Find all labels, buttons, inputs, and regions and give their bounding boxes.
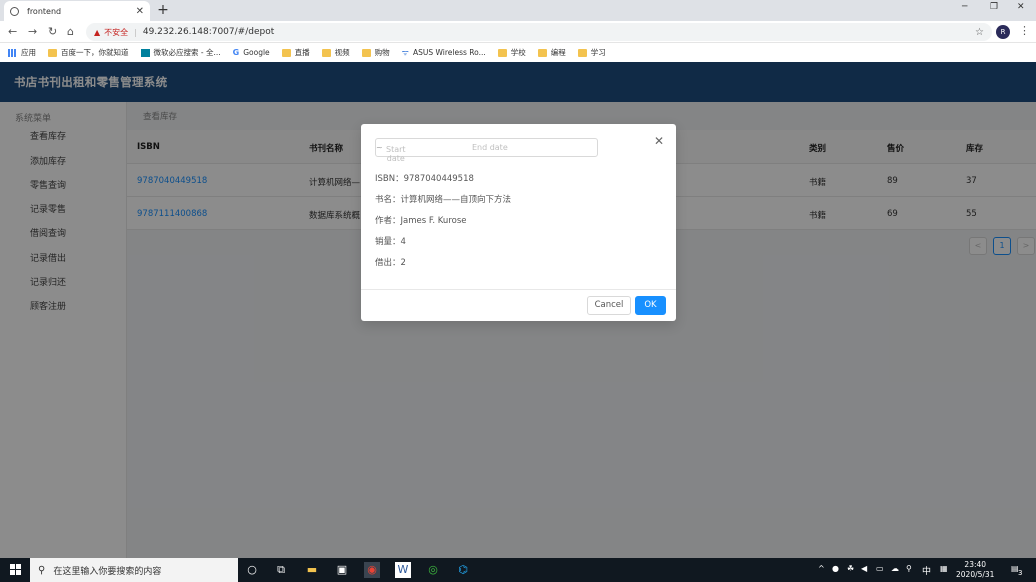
divider: | bbox=[134, 27, 137, 37]
network-icon[interactable]: ⚲ bbox=[906, 564, 912, 573]
search-icon: ⚲ bbox=[38, 564, 46, 576]
globe-icon bbox=[10, 6, 19, 16]
start-date-input[interactable]: Start date bbox=[386, 145, 406, 163]
bookmark-asus[interactable]: ᯤ ASUS Wireless Ro... bbox=[402, 47, 486, 58]
minimize-icon[interactable]: ─ bbox=[962, 2, 967, 12]
bookmark-label: 视频 bbox=[334, 48, 350, 57]
bookmark-label: Google bbox=[243, 48, 270, 57]
taskbar-search[interactable]: ⚲ 在这里输入你要搜索的内容 bbox=[30, 558, 238, 582]
bookmark-shopping[interactable]: 购物 bbox=[361, 47, 390, 58]
tab-close-icon[interactable]: ✕ bbox=[136, 6, 144, 17]
browser-menu-icon[interactable]: ⋮ bbox=[1019, 24, 1030, 37]
info-lent: 借出：2 bbox=[375, 258, 406, 268]
bookmark-label: 微软必应搜索 - 全... bbox=[153, 48, 221, 57]
ime-indicator[interactable]: 中 bbox=[922, 564, 931, 577]
folder-icon bbox=[577, 48, 587, 57]
folder-icon bbox=[48, 48, 57, 57]
restore-icon[interactable]: ❐ bbox=[990, 2, 998, 12]
browser-tab[interactable]: frontend ✕ bbox=[4, 1, 150, 21]
taskbar-clock[interactable]: 23:40 2020/5/31 bbox=[956, 560, 994, 580]
back-icon[interactable]: ← bbox=[8, 25, 17, 38]
windows-taskbar: ⚲ 在这里输入你要搜索的内容 ○ ⧉ ▬ ▣ ◉ W ◎ ⌬ ^ ● ☘ ◀ ▭… bbox=[0, 558, 1036, 582]
info-book-name: 书名：计算机网络——自顶向下方法 bbox=[375, 195, 512, 205]
folder-icon bbox=[497, 48, 507, 57]
bookmark-label: 学习 bbox=[590, 48, 606, 57]
bookmark-live[interactable]: 直播 bbox=[281, 47, 310, 58]
notification-count: 3 bbox=[1018, 569, 1023, 577]
ok-button[interactable]: OK bbox=[635, 296, 666, 315]
reload-icon[interactable]: ↻ bbox=[48, 25, 57, 38]
url-text[interactable]: 49.232.26.148:7007/#/depot bbox=[143, 27, 274, 37]
bookmark-programming[interactable]: 编程 bbox=[537, 47, 566, 58]
keyboard-icon[interactable]: ▦ bbox=[940, 564, 948, 573]
tray-app-icon[interactable]: ● bbox=[832, 564, 839, 573]
end-date-input[interactable]: End date bbox=[383, 143, 597, 152]
vscode-icon[interactable]: ⌬ bbox=[455, 562, 471, 578]
bookmark-label: 购物 bbox=[374, 48, 390, 57]
window-close-icon[interactable]: ✕ bbox=[1017, 2, 1025, 12]
modal-close-icon[interactable]: ✕ bbox=[654, 134, 664, 148]
bookmark-bing[interactable]: 微软必应搜索 - 全... bbox=[140, 47, 221, 58]
bookmarks-bar: 应用 百度一下，你就知道 微软必应搜索 - 全... G Google 直播 视频… bbox=[0, 43, 1036, 62]
bookmark-label: 编程 bbox=[550, 48, 566, 57]
home-icon[interactable]: ⌂ bbox=[67, 25, 74, 38]
apps-grid-icon bbox=[8, 48, 17, 57]
tray-device-icon[interactable]: ▭ bbox=[876, 564, 884, 573]
info-isbn: ISBN：9787040449518 bbox=[375, 174, 474, 184]
tray-chevron-icon[interactable]: ^ bbox=[818, 564, 825, 573]
store-icon[interactable]: ▣ bbox=[334, 562, 350, 578]
bookmark-label: 直播 bbox=[294, 48, 310, 57]
bookmark-apps[interactable]: 应用 bbox=[8, 47, 36, 58]
range-separator: ~ bbox=[376, 143, 383, 152]
folder-icon bbox=[321, 48, 331, 57]
volume-icon[interactable]: ◀ bbox=[861, 564, 867, 573]
bookmark-label: 百度一下，你就知道 bbox=[61, 48, 129, 57]
forward-icon[interactable]: → bbox=[28, 25, 37, 38]
browser-tab-strip: frontend ✕ + ─ ❐ ✕ bbox=[0, 0, 1036, 21]
windows-start-icon[interactable] bbox=[10, 564, 21, 575]
bookmark-google[interactable]: G Google bbox=[233, 48, 270, 57]
bookmark-baidu[interactable]: 百度一下，你就知道 bbox=[48, 47, 129, 58]
folder-icon bbox=[281, 48, 291, 57]
date-range-picker[interactable]: Start date ~ End date bbox=[375, 138, 598, 163]
bookmark-label: ASUS Wireless Ro... bbox=[412, 48, 486, 57]
bookmark-video[interactable]: 视频 bbox=[321, 47, 350, 58]
bookmark-study[interactable]: 学习 bbox=[577, 47, 606, 58]
folder-icon bbox=[537, 48, 547, 57]
info-author: 作者：James F. Kurose bbox=[375, 216, 467, 226]
bing-icon bbox=[140, 48, 150, 57]
tray-leaf-icon[interactable]: ☘ bbox=[847, 564, 854, 573]
google-icon: G bbox=[232, 48, 240, 57]
search-placeholder: 在这里输入你要搜索的内容 bbox=[53, 566, 162, 577]
word-icon[interactable]: W bbox=[395, 562, 411, 578]
date: 2020/5/31 bbox=[956, 570, 995, 579]
folder-icon bbox=[361, 48, 371, 57]
bookmark-label: 学校 bbox=[510, 48, 526, 57]
warning-icon: ▲ bbox=[94, 27, 101, 37]
book-detail-modal: ✕ Start date ~ End date ISBN：97870404495… bbox=[361, 124, 676, 321]
chrome-icon[interactable]: ◉ bbox=[364, 562, 380, 578]
bookmark-school[interactable]: 学校 bbox=[497, 47, 526, 58]
insecure-label: 不安全 bbox=[104, 27, 129, 37]
profile-avatar[interactable]: R bbox=[996, 25, 1010, 39]
address-bar[interactable]: ▲ 不安全 | 49.232.26.148:7007/#/depot ☆ bbox=[86, 23, 992, 41]
browser-toolbar: ← → ↻ ⌂ ▲ 不安全 | 49.232.26.148:7007/#/dep… bbox=[0, 21, 1036, 43]
cortana-icon[interactable]: ○ bbox=[244, 562, 260, 578]
task-view-icon[interactable]: ⧉ bbox=[273, 562, 289, 578]
new-tab-button[interactable]: + bbox=[155, 3, 171, 19]
tab-title: frontend bbox=[27, 6, 62, 16]
asus-icon: ᯤ bbox=[401, 48, 409, 57]
time: 23:40 bbox=[964, 560, 987, 569]
onedrive-icon[interactable]: ☁ bbox=[891, 564, 899, 573]
info-sales: 销量：4 bbox=[375, 237, 406, 247]
xbox-icon[interactable]: ◎ bbox=[425, 562, 441, 578]
cancel-button[interactable]: Cancel bbox=[587, 296, 631, 315]
bookmark-star-icon[interactable]: ☆ bbox=[975, 27, 984, 38]
modal-footer-divider bbox=[361, 289, 676, 290]
bookmark-label: 应用 bbox=[21, 48, 36, 57]
file-explorer-icon[interactable]: ▬ bbox=[304, 562, 320, 578]
